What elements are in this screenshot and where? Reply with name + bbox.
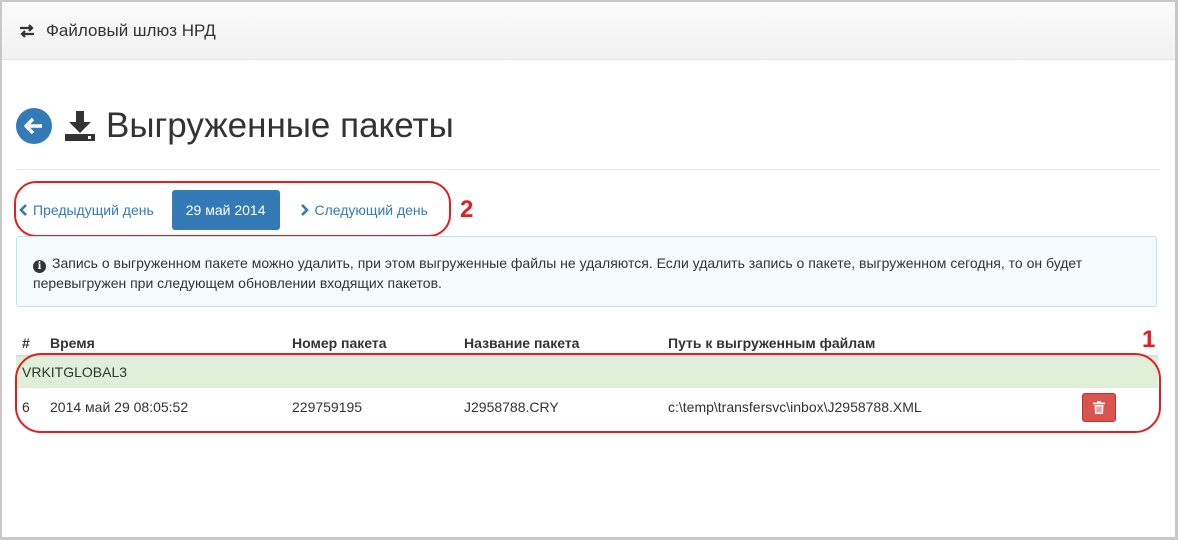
annotation-ellipse-2 [14, 181, 451, 237]
download-icon [62, 108, 98, 144]
info-circle-icon: i [33, 260, 46, 273]
page-header: Выгруженные пакеты [16, 106, 454, 146]
info-text: Запись о выгруженном пакете можно удалит… [33, 255, 1083, 291]
arrow-left-icon [24, 117, 42, 135]
page-title: Выгруженные пакеты [106, 106, 454, 145]
annotation-number-1: 1 [1142, 326, 1156, 353]
info-alert: i Запись о выгруженном пакете можно удали… [16, 236, 1157, 307]
annotation-number-2: 2 [460, 196, 474, 223]
divider [16, 169, 1159, 170]
brand-link[interactable]: Файловый шлюз НРД [46, 21, 216, 41]
annotation-ellipse-1 [15, 353, 1161, 433]
exchange-arrows-icon [18, 22, 36, 40]
back-button[interactable] [16, 108, 52, 144]
navbar: Файловый шлюз НРД [2, 2, 1175, 60]
